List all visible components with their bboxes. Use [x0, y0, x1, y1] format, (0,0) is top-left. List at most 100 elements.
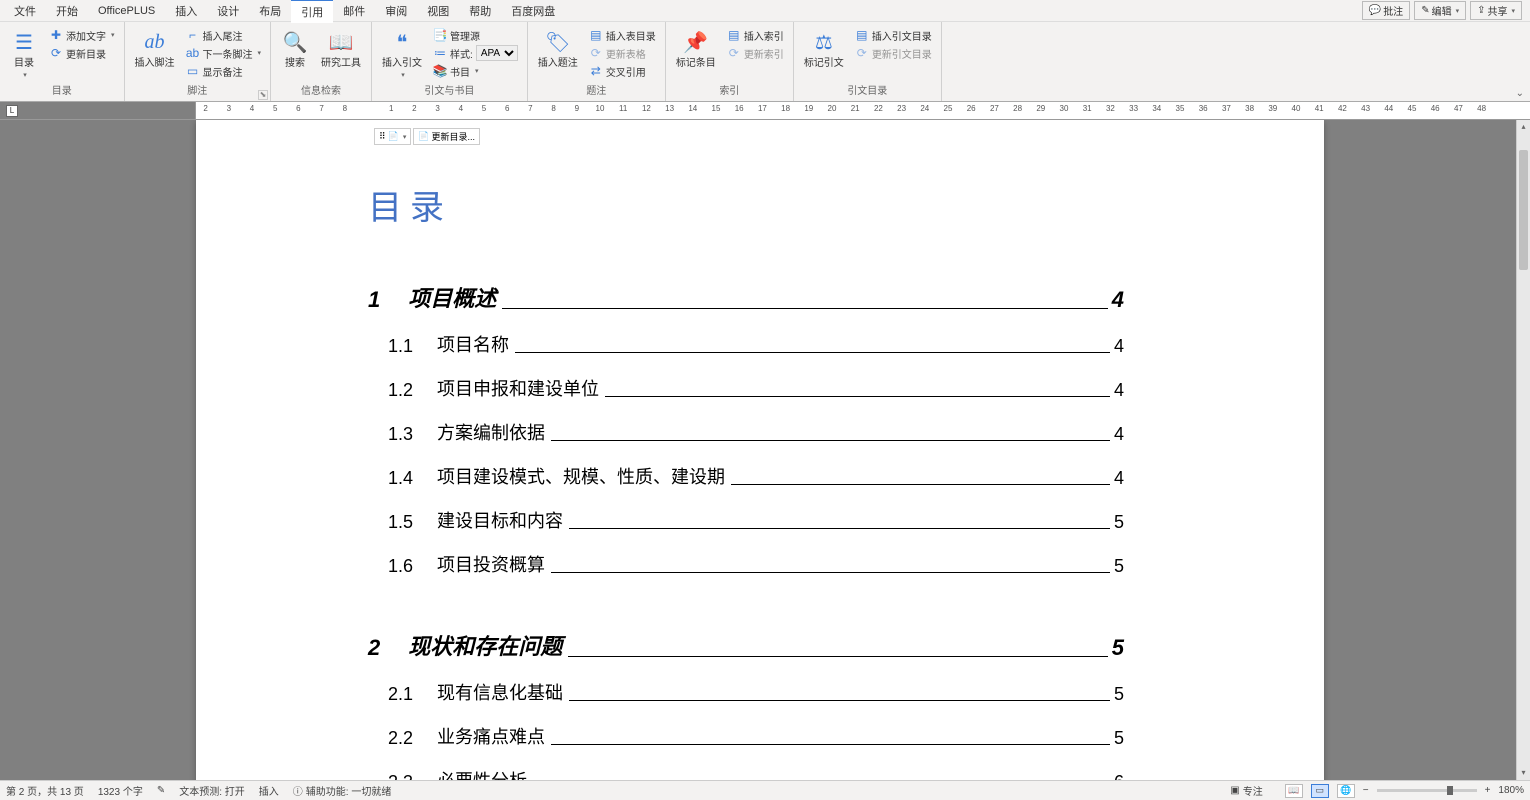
share-button[interactable]: ⇪共享▾	[1470, 1, 1522, 20]
web-layout-button[interactable]: 🌐	[1337, 784, 1355, 798]
cross-ref-button[interactable]: ⇄交叉引用	[586, 62, 659, 80]
show-notes-button[interactable]: ▭显示备注	[183, 62, 265, 80]
toc-entry[interactable]: 1.6项目投资概算5	[388, 551, 1124, 577]
tab-officeplus[interactable]: OfficePLUS	[88, 2, 165, 20]
index-icon: ▤	[727, 28, 741, 42]
zoom-in-button[interactable]: +	[1485, 785, 1491, 796]
update-toc-button[interactable]: ⟳更新目录	[46, 44, 118, 62]
focus-mode-button[interactable]: ▣专注	[1230, 783, 1262, 798]
scroll-down-arrow[interactable]: ▾	[1517, 766, 1530, 780]
group-label: 引文目录	[800, 85, 935, 99]
zoom-out-button[interactable]: −	[1363, 785, 1369, 796]
toc-entry[interactable]: 2现状和存在问题5	[368, 629, 1124, 661]
accessibility-status[interactable]: ⓘ辅助功能: 一切就绪	[293, 783, 392, 798]
update-table-button[interactable]: ⟳更新表格	[586, 44, 659, 62]
toc-entry[interactable]: 1.4项目建设模式、规模、性质、建设期4	[388, 463, 1124, 489]
toc-entry[interactable]: 1.1项目名称4	[388, 331, 1124, 357]
toc-entry[interactable]: 2.1现有信息化基础5	[388, 679, 1124, 705]
scroll-up-arrow[interactable]: ▴	[1517, 120, 1530, 134]
bibliography-button[interactable]: 📚书目▾	[430, 62, 521, 80]
tof-icon: ▤	[589, 28, 603, 42]
tab-view[interactable]: 视图	[417, 0, 459, 22]
search-button[interactable]: 🔍 搜索	[277, 26, 313, 71]
statusbar: 第 2 页，共 13 页 1323 个字 ✎ 文本预测: 打开 插入 ⓘ辅助功能…	[0, 780, 1530, 800]
text-prediction[interactable]: 文本预测: 打开	[179, 783, 245, 798]
edit-button[interactable]: ✎编辑▾	[1414, 1, 1466, 20]
research-tool-button[interactable]: 📖 研究工具	[317, 26, 365, 71]
ribbon-group-citations: ❝ 插入引文▾ 📑管理源 ≔样式: APA 📚书目▾ 引文与书目	[372, 22, 528, 101]
ruler: L 87654321234567891011121314151617181920…	[0, 102, 1530, 120]
manage-sources-button[interactable]: 📑管理源	[430, 26, 521, 44]
menubar: 文件 开始 OfficePLUS 插入 设计 布局 引用 邮件 审阅 视图 帮助…	[0, 0, 1530, 22]
tab-references[interactable]: 引用	[291, 0, 333, 23]
tab-mailings[interactable]: 邮件	[333, 0, 375, 22]
toc-entry[interactable]: 2.2业务痛点难点5	[388, 723, 1124, 749]
vertical-scrollbar[interactable]: ▴ ▾	[1516, 120, 1530, 780]
mark-citation-button[interactable]: ⚖ 标记引文	[800, 26, 848, 71]
tab-design[interactable]: 设计	[207, 0, 249, 22]
toc-field-menu[interactable]: ⠿📄▾	[374, 128, 411, 145]
sources-icon: 📑	[433, 28, 447, 42]
comments-button[interactable]: 💬批注	[1362, 1, 1410, 20]
group-label: 引文与书目	[378, 85, 521, 99]
add-text-button[interactable]: ✚添加文字▾	[46, 26, 118, 44]
doc-icon: 📄	[418, 131, 429, 142]
insert-index-button[interactable]: ▤插入索引	[724, 26, 787, 44]
ribbon-group-toc: ☰ 目录▾ ✚添加文字▾ ⟳更新目录 目录	[0, 22, 125, 101]
mark-entry-button[interactable]: 📌 标记条目	[672, 26, 720, 71]
tab-baidu[interactable]: 百度网盘	[501, 0, 565, 22]
scroll-thumb[interactable]	[1519, 150, 1528, 270]
insert-tof-button[interactable]: ▤插入表目录	[586, 26, 659, 44]
toc-update-field[interactable]: 📄更新目录...	[413, 128, 480, 145]
toc-button[interactable]: ☰ 目录▾	[6, 26, 42, 83]
insert-caption-button[interactable]: 🏷 插入题注	[534, 26, 582, 71]
insert-mode[interactable]: 插入	[259, 783, 279, 798]
toc-entry[interactable]: 1项目概述4	[368, 281, 1124, 313]
toc-entry[interactable]: 1.3方案编制依据4	[388, 419, 1124, 445]
zoom-level[interactable]: 180%	[1498, 785, 1524, 796]
language-indicator[interactable]: ✎	[157, 785, 165, 796]
toc-entry[interactable]: 1.2项目申报和建设单位4	[388, 375, 1124, 401]
toc-entry[interactable]: 1.5建设目标和内容5	[388, 507, 1124, 533]
footnote-icon: ab	[141, 28, 169, 56]
insert-footnote-button[interactable]: ab 插入脚注	[131, 26, 179, 71]
zoom-slider[interactable]	[1377, 789, 1477, 792]
next-footnote-button[interactable]: ab下一条脚注▾	[183, 44, 265, 62]
tab-review[interactable]: 审阅	[375, 0, 417, 22]
document-page[interactable]: ⠿📄▾ 📄更新目录... 目录 1项目概述41.1项目名称41.2项目申报和建设…	[196, 120, 1324, 780]
insert-citation-button[interactable]: ❝ 插入引文▾	[378, 26, 426, 83]
grip-icon: ⠿	[379, 131, 386, 142]
tab-stop-selector[interactable]: L	[6, 105, 18, 117]
citation-style-select[interactable]: ≔样式: APA	[430, 44, 521, 62]
insert-toa-button[interactable]: ▤插入引文目录	[852, 26, 935, 44]
group-label: 目录	[6, 85, 118, 99]
toc-entry-number: 1	[368, 287, 380, 313]
style-dropdown[interactable]: APA	[476, 45, 518, 61]
toc-entry-text: 方案编制依据	[437, 419, 545, 445]
dialog-launcher[interactable]: ⬊	[258, 90, 268, 100]
toc-leader	[605, 396, 1110, 397]
horizontal-ruler[interactable]: 8765432123456789101112131415161718192021…	[196, 102, 1530, 119]
toc-entry-page: 6	[1114, 772, 1124, 780]
toc-entry-number: 2	[368, 635, 380, 661]
toc-entry[interactable]: 2.3必要性分析6	[388, 767, 1124, 780]
tab-home[interactable]: 开始	[46, 0, 88, 22]
zoom-handle[interactable]	[1447, 786, 1453, 795]
ribbon-collapse-icon[interactable]: ⌄	[1516, 88, 1524, 99]
caption-icon: 🏷	[544, 28, 572, 56]
tab-file[interactable]: 文件	[4, 0, 46, 22]
page-indicator[interactable]: 第 2 页，共 13 页	[6, 783, 84, 798]
print-layout-button[interactable]: ▭	[1311, 784, 1329, 798]
toc-leader	[515, 352, 1110, 353]
word-count[interactable]: 1323 个字	[98, 783, 143, 798]
update-index-button[interactable]: ⟳更新索引	[724, 44, 787, 62]
toc-entry-page: 4	[1114, 380, 1124, 401]
document-area: ⠿📄▾ 📄更新目录... 目录 1项目概述41.1项目名称41.2项目申报和建设…	[0, 120, 1530, 780]
read-mode-button[interactable]: 📖	[1285, 784, 1303, 798]
ribbon-group-toa: ⚖ 标记引文 ▤插入引文目录 ⟳更新引文目录 引文目录	[794, 22, 942, 101]
insert-endnote-button[interactable]: ⌐插入尾注	[183, 26, 265, 44]
tab-insert[interactable]: 插入	[165, 0, 207, 22]
tab-help[interactable]: 帮助	[459, 0, 501, 22]
tab-layout[interactable]: 布局	[249, 0, 291, 22]
update-toa-button[interactable]: ⟳更新引文目录	[852, 44, 935, 62]
